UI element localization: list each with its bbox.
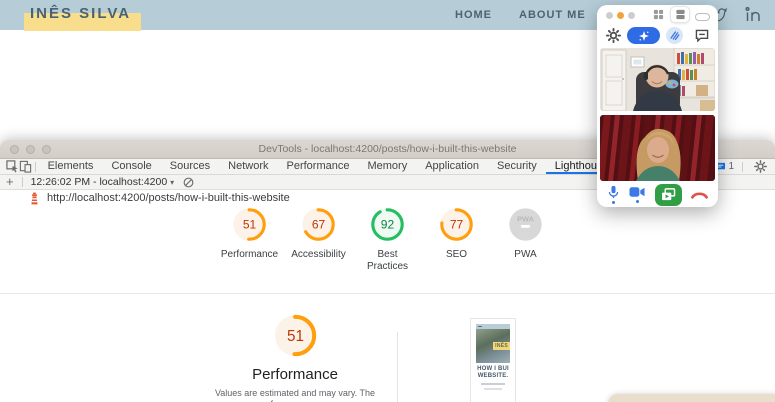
- settings-gear-icon[interactable]: [606, 28, 621, 43]
- reactions-icon[interactable]: [666, 27, 683, 44]
- score-accessibility[interactable]: 67 Accessibility: [292, 206, 346, 273]
- thumbnail-hero-photo: INÊS: [476, 329, 510, 363]
- clear-reports-icon[interactable]: [179, 175, 197, 190]
- maximize-icon[interactable]: [628, 12, 635, 19]
- divider: [397, 332, 398, 402]
- tab-application[interactable]: Application: [416, 159, 488, 174]
- grid-layout-icon[interactable]: [649, 7, 667, 22]
- issues-count: 1: [728, 161, 734, 172]
- divider: [742, 162, 743, 172]
- tab-network[interactable]: Network: [219, 159, 277, 174]
- score-pwa[interactable]: PWA PWA: [499, 206, 553, 273]
- tab-security[interactable]: Security: [488, 159, 546, 174]
- effects-icon[interactable]: [627, 27, 660, 44]
- tab-console[interactable]: Console: [102, 159, 160, 174]
- call-toolbar: [597, 25, 718, 44]
- page-screenshot-thumbnail: INÊS HOW I BUI WEBSITE.: [470, 318, 516, 402]
- detail-note: Values are estimated and may vary. The p…: [203, 388, 387, 402]
- logo-text: INÊS SILVA: [30, 5, 131, 22]
- svg-text:PWA: PWA: [517, 215, 534, 224]
- section-title: Performance: [203, 366, 387, 383]
- svg-text:51: 51: [243, 218, 257, 232]
- screen-share-icon[interactable]: [655, 184, 682, 206]
- device-toolbar-icon[interactable]: [19, 159, 32, 174]
- thumbnail-logo-chip: INÊS: [493, 342, 510, 350]
- lighthouse-logo-icon: [29, 192, 40, 205]
- score-performance[interactable]: 51 Performance: [223, 206, 277, 273]
- score-label: Accessibility: [291, 249, 345, 261]
- minimize-icon[interactable]: [617, 12, 624, 19]
- close-icon[interactable]: [606, 12, 613, 19]
- thumbnail-post-title: HOW I BUI WEBSITE.: [476, 366, 510, 380]
- inspect-element-icon[interactable]: [6, 159, 19, 174]
- performance-gauge: 51: [272, 312, 319, 359]
- note-text: Values are estimated and may vary. The: [215, 388, 375, 398]
- score-label: Best Practices: [361, 249, 415, 273]
- thumbnail-text-line: [481, 383, 505, 385]
- svg-text:51: 51: [287, 328, 304, 345]
- report-session-label: 12:26:02 PM - localhost:4200: [31, 176, 168, 188]
- background-window-corner: [608, 394, 775, 402]
- remote-participant-video[interactable]: [600, 48, 715, 111]
- new-report-button[interactable]: +: [6, 176, 14, 188]
- nav-item-home[interactable]: HOME: [455, 9, 492, 21]
- score-label: Performance: [221, 249, 278, 261]
- chat-icon[interactable]: [695, 29, 709, 42]
- thumbnail-text-line: [484, 388, 502, 390]
- nav-item-about-me[interactable]: ABOUT ME: [519, 9, 586, 21]
- report-session-dropdown[interactable]: 12:26:02 PM - localhost:4200 ▾: [31, 176, 175, 188]
- tab-elements[interactable]: Elements: [39, 159, 103, 174]
- camera-options-dot[interactable]: [636, 200, 639, 203]
- svg-text:92: 92: [381, 218, 395, 232]
- score-best-practices[interactable]: 92 Best Practices: [361, 206, 415, 273]
- tab-memory[interactable]: Memory: [358, 159, 416, 174]
- devtools-settings-gear-icon[interactable]: [751, 159, 769, 174]
- score-seo[interactable]: 77 SEO: [430, 206, 484, 273]
- linkedin-icon[interactable]: [745, 0, 762, 30]
- site-logo[interactable]: INÊS SILVA: [30, 5, 131, 23]
- lighthouse-score-summary: 51 Performance 67 Accessibility 92 Best …: [223, 206, 553, 273]
- performance-detail-section: 51 Performance Values are estimated and …: [203, 312, 387, 402]
- hang-up-icon[interactable]: [691, 190, 708, 199]
- self-participant-video[interactable]: [600, 115, 715, 181]
- report-url: http://localhost:4200/posts/how-i-built-…: [47, 192, 290, 204]
- svg-text:67: 67: [312, 218, 326, 232]
- stack-layout-icon[interactable]: [671, 7, 689, 22]
- score-label: PWA: [514, 249, 536, 261]
- tab-sources[interactable]: Sources: [161, 159, 219, 174]
- divider: [0, 293, 775, 294]
- score-label: SEO: [446, 249, 467, 261]
- thumbnail-content: INÊS HOW I BUI WEBSITE.: [476, 324, 510, 398]
- divider: [35, 162, 36, 172]
- mic-options-dot[interactable]: [612, 201, 615, 204]
- call-controls: [597, 181, 718, 208]
- chevron-down-icon: ▾: [170, 178, 174, 187]
- minimize-pill-icon[interactable]: [695, 13, 710, 21]
- call-traffic-lights[interactable]: [606, 12, 635, 19]
- microphone-icon[interactable]: [607, 185, 620, 204]
- screen: INÊS SILVA HOME ABOUT ME BLOG DevTools -…: [0, 0, 775, 402]
- tab-performance[interactable]: Performance: [278, 159, 359, 174]
- svg-text:77: 77: [450, 218, 464, 232]
- layout-toggle-group: [649, 7, 689, 22]
- camera-icon[interactable]: [629, 186, 645, 203]
- video-call-window: [597, 5, 718, 207]
- call-titlebar[interactable]: [597, 5, 718, 25]
- divider: [22, 177, 23, 187]
